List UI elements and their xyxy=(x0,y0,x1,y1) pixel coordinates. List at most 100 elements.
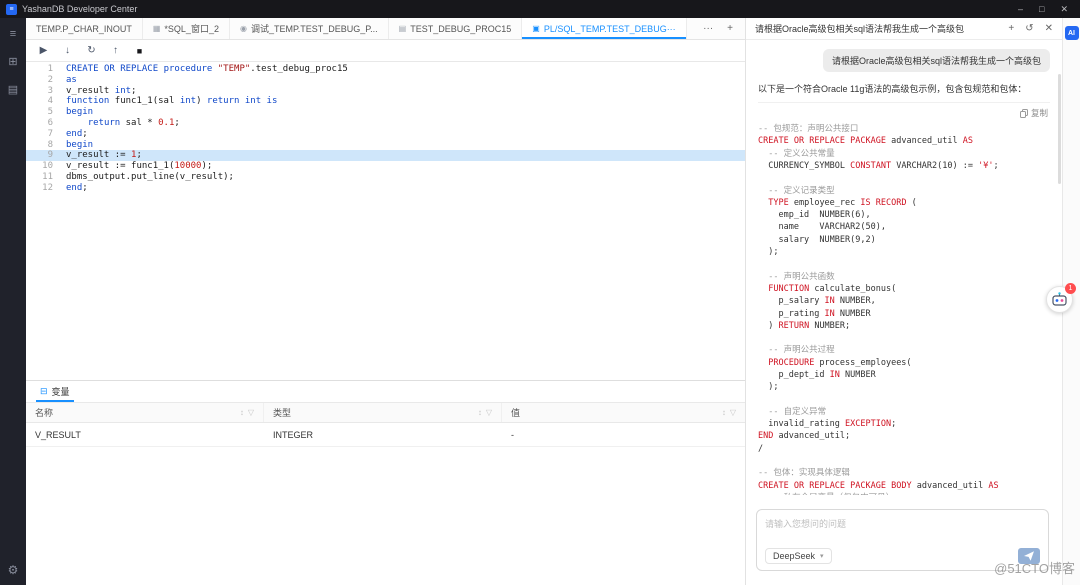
chat-header-icons: + ↺ ✕ xyxy=(1008,23,1053,34)
chat-scrollbar[interactable] xyxy=(1058,74,1061,184)
document-icon: ▤ xyxy=(398,24,407,33)
step-out-button[interactable]: ↑ xyxy=(109,45,122,56)
ai-assistant-toggle[interactable]: AI xyxy=(1064,26,1079,40)
tab-overflow-button[interactable]: ··· xyxy=(703,23,713,34)
assistant-robot-button[interactable]: 1 xyxy=(1046,283,1076,313)
line-number: 3 xyxy=(47,85,53,96)
watermark: @51CTO博客 xyxy=(994,561,1075,576)
table-cell: INTEGER xyxy=(273,429,314,440)
new-chat-icon[interactable]: + xyxy=(1008,23,1014,34)
line-code: begin xyxy=(66,139,94,150)
line-code: as xyxy=(66,74,77,85)
code-line: CREATE OR REPLACE PACKAGE BODY advanced_… xyxy=(758,480,999,491)
editor-line-11: 11 dbms_output.put_line(v_result); xyxy=(26,172,745,183)
code-line: TYPE employee_rec IS RECORD ( xyxy=(768,197,917,208)
column-header-type[interactable]: 类型 ↕ ▽ xyxy=(264,403,502,422)
close-chat-icon[interactable]: ✕ xyxy=(1045,23,1053,34)
code-line: / xyxy=(758,443,764,454)
editor-line-5: 5 begin xyxy=(26,107,745,118)
tab-label: *SQL_窗口_2 xyxy=(164,24,219,34)
chat-title: 请根据Oracle高级包相关sql语法帮我生成一个高级包 xyxy=(755,24,965,34)
objects-icon[interactable]: ⊞ xyxy=(8,55,17,68)
connections-icon[interactable]: ≡ xyxy=(10,28,16,40)
step-over-button[interactable]: ↻ xyxy=(85,45,98,56)
activity-bar: ≡ ⊞ ▤ ⚙ xyxy=(0,18,26,585)
editor-line-7: 7 end; xyxy=(26,129,745,140)
debug-icon: ◉ xyxy=(239,24,247,33)
code-line: p_dept_id IN NUMBER xyxy=(758,369,876,380)
code-line: -- 包规范：声明公共接口 xyxy=(758,124,859,135)
step-into-button[interactable]: ↓ xyxy=(61,45,74,56)
history-icon[interactable]: ↺ xyxy=(1025,23,1033,34)
line-number: 9 xyxy=(47,150,53,161)
copy-code-button[interactable]: 复制 xyxy=(758,102,1050,123)
line-number: 5 xyxy=(47,107,53,118)
line-code: end; xyxy=(66,128,88,139)
table-row[interactable]: V_RESULT INTEGER - xyxy=(26,423,745,447)
filter-icon[interactable]: ▽ xyxy=(730,408,736,417)
code-line: ); xyxy=(758,247,779,258)
editor-line-4: 4 function func1_1(sal int) return int is xyxy=(26,96,745,107)
line-number: 10 xyxy=(42,161,53,172)
tab-variables[interactable]: ⊟ 变量 xyxy=(36,381,74,402)
resume-button[interactable]: ▶ xyxy=(37,45,50,56)
column-header-value[interactable]: 值 ↕ ▽ xyxy=(502,403,745,422)
line-number: 12 xyxy=(42,182,53,193)
editor-line-3: 3 v_result int; xyxy=(26,86,745,97)
code-line: PROCEDURE process_employees( xyxy=(768,357,912,368)
debug-toolbar: ▶ ↓ ↻ ↑ ■ xyxy=(26,40,745,62)
code-line: p_salary IN NUMBER, xyxy=(758,296,876,307)
code-line: p_rating IN NUMBER xyxy=(758,308,871,319)
tab-label: TEMP.P_CHAR_INOUT xyxy=(36,23,132,34)
sort-icon[interactable]: ↕ xyxy=(478,408,482,417)
new-tab-button[interactable]: + xyxy=(727,23,733,34)
model-selector[interactable]: DeepSeek ▾ xyxy=(765,548,832,564)
code-line: emp_id NUMBER(6), xyxy=(758,210,871,221)
code-block: -- 包规范：声明公共接口 CREATE OR REPLACE PACKAGE a… xyxy=(758,123,1050,495)
column-header-name[interactable]: 名称 ↕ ▽ xyxy=(26,403,264,422)
sort-icon[interactable]: ↕ xyxy=(722,408,726,417)
tab-TEMP.P_CHAR_INOUT[interactable]: TEMP.P_CHAR_INOUT xyxy=(26,18,143,39)
maximize-button[interactable]: □ xyxy=(1039,4,1044,15)
close-button[interactable]: ✕ xyxy=(1060,4,1068,15)
tab-label: TEST_DEBUG_PROC15 xyxy=(410,23,512,34)
files-icon[interactable]: ▤ xyxy=(8,83,18,96)
sort-icon[interactable]: ↕ xyxy=(240,408,244,417)
stop-button[interactable]: ■ xyxy=(133,46,146,56)
filter-icon[interactable]: ▽ xyxy=(248,408,254,417)
tabbar-actions: ··· + xyxy=(691,18,745,39)
chevron-down-icon: ▾ xyxy=(820,553,824,560)
assistant-intro-text: 以下是一个符合Oracle 11g语法的高级包示例，包含包规范和包体： xyxy=(758,84,1027,94)
code-line: CREATE OR REPLACE PACKAGE advanced_util … xyxy=(758,136,974,147)
line-code: v_result := func1_1(10000); xyxy=(66,161,213,172)
user-message-bubble: 请根据Oracle高级包相关sql语法帮我生成一个高级包 xyxy=(822,49,1050,72)
code-line: ) RETURN NUMBER; xyxy=(758,320,851,331)
sql-window-icon: ▦ xyxy=(152,24,161,33)
line-number: 4 xyxy=(47,96,53,107)
minimize-button[interactable]: – xyxy=(1018,4,1023,15)
variables-tab-label: 变量 xyxy=(51,387,70,397)
line-code: return sal * 0.1; xyxy=(87,117,180,128)
code-line: -- 声明公共过程 xyxy=(758,345,835,356)
tab-TEST_DEBUG_PROC15[interactable]: ▤ TEST_DEBUG_PROC15 xyxy=(389,18,523,39)
titlebar: ≡ YashanDB Developer Center – □ ✕ xyxy=(0,0,1080,18)
line-number: 8 xyxy=(47,139,53,150)
code-line: -- 包体：实现具体逻辑 xyxy=(758,468,850,479)
tab-strip: TEMP.P_CHAR_INOUT ▦ *SQL_窗口_2 ◉ 调试_TEMP.TEST… xyxy=(26,18,687,39)
tab-PL/SQL_TEMP.TEST_DEBUG···[interactable]: ▣ PL/SQL_TEMP.TEST_DEBUG··· xyxy=(522,18,687,39)
chat-messages[interactable]: 请根据Oracle高级包相关sql语法帮我生成一个高级包 以下是一个符合Orac… xyxy=(746,40,1062,495)
settings-icon[interactable]: ⚙ xyxy=(8,563,19,577)
tab-调试_TEMP.TEST_DEBUG_P...[interactable]: ◉ 调试_TEMP.TEST_DEBUG_P... xyxy=(230,18,389,39)
filter-icon[interactable]: ▽ xyxy=(486,408,492,417)
copy-icon xyxy=(1019,108,1028,118)
code-line: END advanced_util; xyxy=(758,431,851,442)
tab-*SQL_窗口_2[interactable]: ▦ *SQL_窗口_2 xyxy=(143,18,230,39)
code-line: -- 自定义异常 xyxy=(758,406,827,417)
sql-editor[interactable]: 1 CREATE OR REPLACE procedure "TEMP".test… xyxy=(26,62,745,380)
chat-header: 请根据Oracle高级包相关sql语法帮我生成一个高级包 + ↺ ✕ xyxy=(746,18,1062,40)
code-line: -- 声明公共函数 xyxy=(758,271,835,282)
line-code: v_result int; xyxy=(66,85,137,96)
